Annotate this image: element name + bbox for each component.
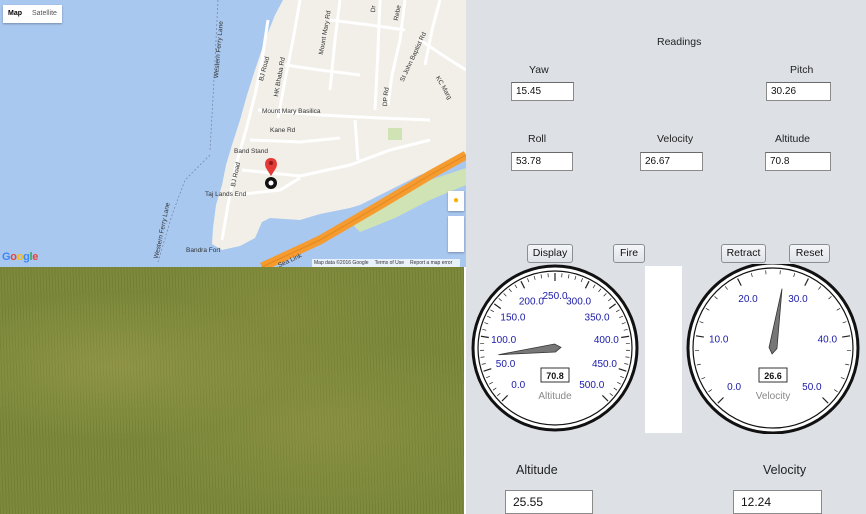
- terms-of-use-link[interactable]: Terms of Use: [375, 260, 404, 266]
- altitude-gauge-tick-label: 100.0: [491, 335, 516, 346]
- pitch-label: Pitch: [790, 64, 814, 76]
- velocity-gauge-tick-label: 30.0: [788, 294, 808, 305]
- altitude-gauge-tick-label: 250.0: [542, 291, 567, 302]
- readings-panel: Readings Yaw 15.45 Pitch 30.26 Roll 53.7…: [466, 0, 866, 514]
- pegman-icon[interactable]: ●: [448, 191, 464, 211]
- map-label-bandra-fort: Bandra Fort: [186, 247, 221, 254]
- map-type-satellite-button[interactable]: Satellite: [27, 5, 62, 23]
- google-logo: Google: [2, 251, 39, 263]
- altitude-field[interactable]: 70.8: [765, 152, 831, 171]
- altitude-gauge: 0.0 50.0 100.0 150.0 200.0250.0300.0 350.0 400…: [471, 264, 639, 432]
- velocity-gauge-tick-label: 40.0: [818, 334, 838, 345]
- map-view[interactable]: Map Satellite Western Ferry Lane Western…: [0, 0, 466, 267]
- reset-button[interactable]: Reset: [789, 244, 830, 263]
- display-button[interactable]: Display: [527, 244, 573, 263]
- velocity-gauge-tick-label: 10.0: [709, 334, 729, 345]
- roll-label: Roll: [528, 133, 547, 145]
- altitude-gauge-readout: 70.8: [546, 371, 564, 381]
- altitude-gauge-tick-label: 50.0: [496, 359, 516, 370]
- altitude-gauge-tick-label: 200.0: [519, 297, 544, 308]
- altitude-gauge-tick-label: 450.0: [592, 359, 617, 370]
- yaw-label: Yaw: [529, 64, 549, 76]
- pitch-field[interactable]: 30.26: [766, 82, 831, 101]
- velocity-gauge: 0.0 10.0 20.0 30.0 40.0 50.0 26.6 Velocity: [686, 264, 860, 434]
- velocity-gauge-caption: Velocity: [756, 391, 790, 402]
- altitude-gauge-tick-label: 400.0: [594, 335, 619, 346]
- altitude-gauge-tick-label: 350.0: [585, 312, 610, 323]
- bottom-altitude-label: Altitude: [516, 463, 558, 477]
- map-label-taj-lands-end: Taj Lands End: [205, 191, 247, 198]
- altitude-gauge-tick-label: 0.0: [511, 380, 525, 391]
- panel-divider: [645, 266, 682, 433]
- zoom-control[interactable]: [448, 216, 464, 252]
- velocity-gauge-tick-label: 20.0: [738, 294, 758, 305]
- map-canvas: [157, 0, 466, 267]
- map-label-kane-rd: Kane Rd: [270, 127, 296, 134]
- map-data-attribution: Map data ©2016 Google: [314, 260, 369, 266]
- map-type-control: Map Satellite: [3, 5, 62, 23]
- altitude-gauge-tick-label: 300.0: [566, 297, 591, 308]
- altitude-gauge-caption: Altitude: [538, 391, 572, 402]
- roll-field[interactable]: 53.78: [511, 152, 573, 171]
- velocity-field[interactable]: 26.67: [640, 152, 703, 171]
- velocity-gauge-readout: 26.6: [764, 371, 782, 381]
- yaw-field[interactable]: 15.45: [511, 82, 574, 101]
- retract-button[interactable]: Retract: [721, 244, 766, 263]
- report-map-error-link[interactable]: Report a map error: [410, 260, 452, 266]
- altitude-label: Altitude: [775, 133, 811, 145]
- map-label-dr: Dr: [370, 5, 378, 13]
- altitude-gauge-minor-tick: [625, 356, 630, 358]
- readings-title: Readings: [657, 36, 702, 48]
- velocity-gauge-tick-label: 50.0: [802, 382, 822, 393]
- altitude-gauge-tick-label: 150.0: [500, 312, 525, 323]
- velocity-gauge-tick-label: 0.0: [727, 382, 741, 393]
- fire-button[interactable]: Fire: [613, 244, 645, 263]
- map-footer: Map data ©2016 Google Terms of Use Report …: [312, 259, 461, 267]
- bottom-altitude-field[interactable]: 25.55: [505, 490, 593, 514]
- bottom-velocity-field[interactable]: 12.24: [733, 490, 822, 514]
- camera-feed-image: [0, 267, 464, 514]
- map-label-band-stand: Band Stand: [234, 148, 268, 155]
- map-label-mount-mary-basilica: Mount Mary Basilica: [262, 108, 321, 115]
- altitude-gauge-minor-tick: [480, 356, 485, 358]
- bottom-velocity-label: Velocity: [763, 463, 807, 477]
- velocity-label: Velocity: [657, 133, 694, 145]
- map-type-map-button[interactable]: Map: [3, 5, 27, 23]
